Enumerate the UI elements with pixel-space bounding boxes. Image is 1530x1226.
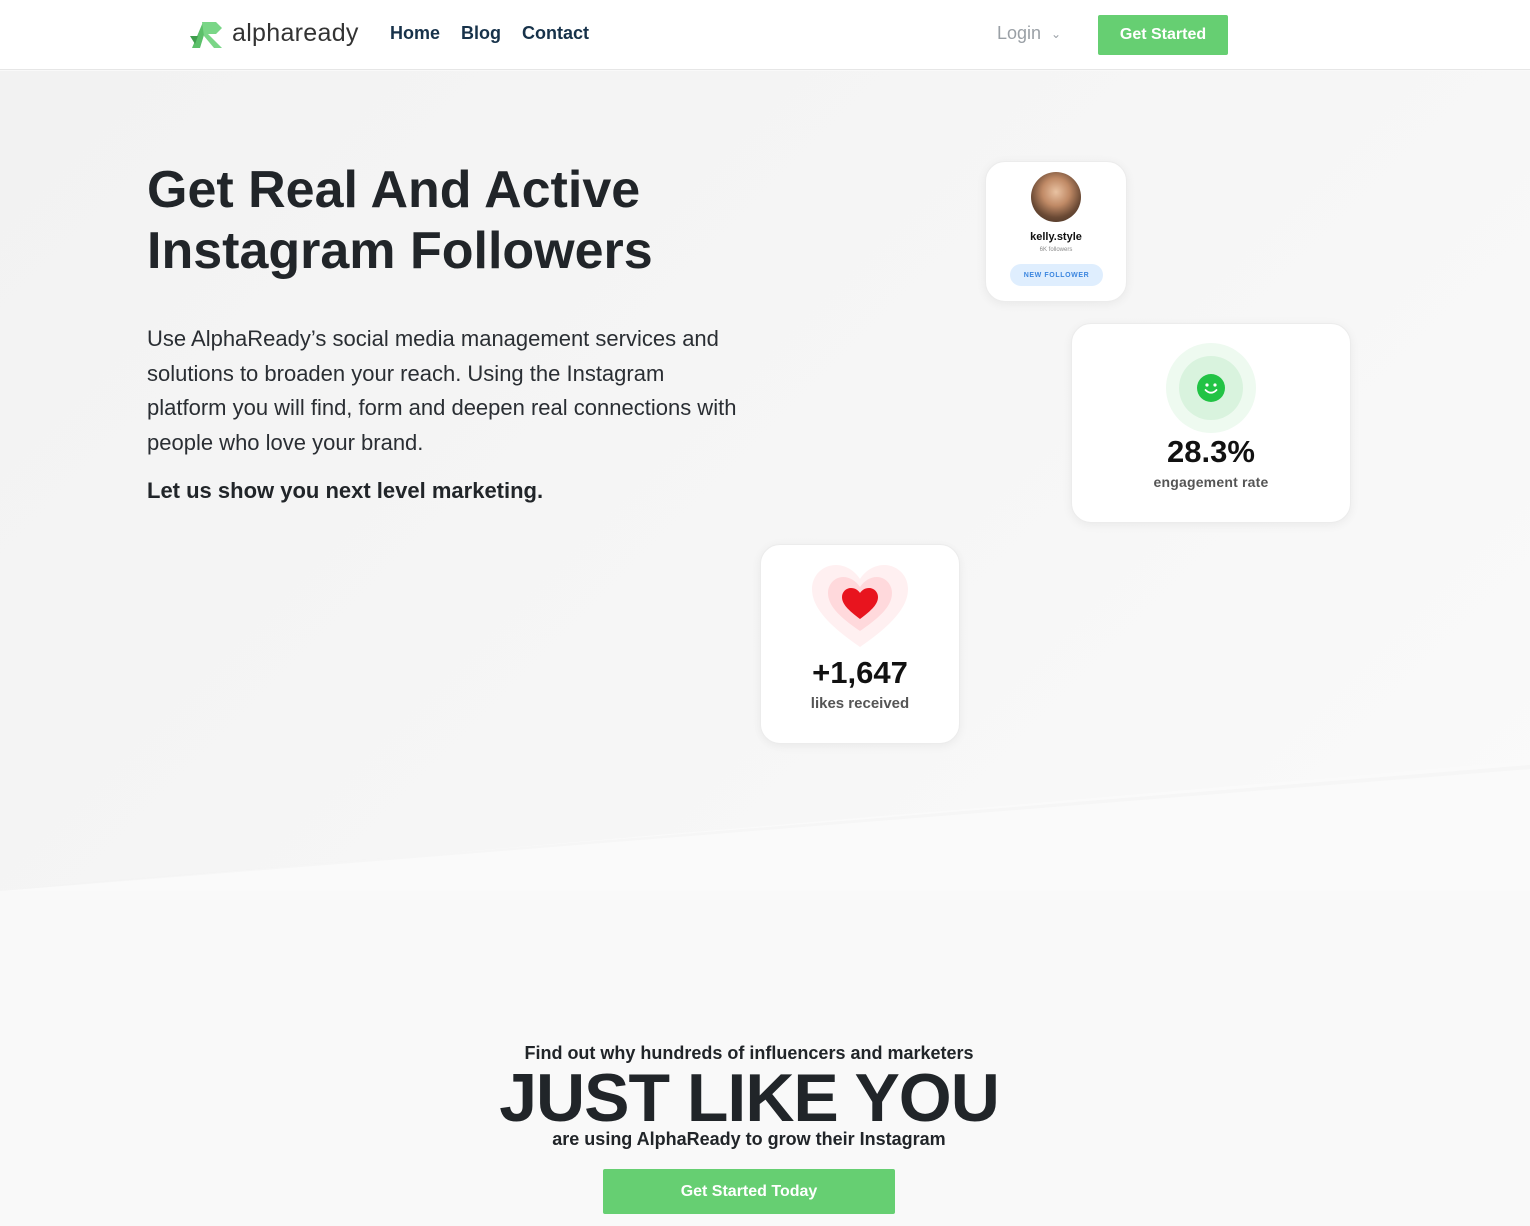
get-started-today-button[interactable]: Get Started Today: [603, 1169, 895, 1214]
engagement-label: engagement rate: [1153, 474, 1269, 490]
heart-icon: [812, 565, 908, 647]
get-started-button[interactable]: Get Started: [1098, 15, 1228, 55]
chevron-down-icon: ⌄: [1051, 26, 1062, 41]
profile-followers: 6K followers: [1039, 247, 1073, 253]
logo[interactable]: alphaready: [188, 16, 359, 50]
hero-title-line-1: Get Real And Active: [147, 161, 641, 219]
likes-label: likes received: [810, 695, 910, 712]
engagement-value: 28.3%: [1167, 434, 1255, 469]
alphaready-logo-icon: [190, 22, 222, 48]
social-proof-headline: JUST LIKE YOU: [499, 1060, 1000, 1136]
hero-description: Use AlphaReady’s social media management…: [147, 326, 737, 455]
avatar: [1031, 172, 1081, 222]
new-follower-badge: NEW FOLLOWER: [1010, 264, 1103, 286]
smile-icon: [1197, 374, 1225, 402]
login-dropdown[interactable]: Login ⌄: [997, 23, 1061, 44]
social-proof-outro: are using AlphaReady to grow their Insta…: [552, 1129, 946, 1149]
likes-card: +1,647 likes received: [760, 544, 960, 744]
login-label: Login: [997, 23, 1042, 43]
hero-title: Get Real And Active Instagram Followers: [147, 160, 767, 282]
profile-name: kelly.style: [1030, 231, 1082, 243]
nav-contact[interactable]: Contact: [522, 23, 589, 44]
logo-text: alphaready: [232, 18, 359, 47]
nav-home[interactable]: Home: [390, 23, 440, 44]
likes-value: +1,647: [812, 655, 908, 690]
main-nav: Home Blog Contact: [390, 23, 589, 44]
nav-blog[interactable]: Blog: [461, 23, 501, 44]
site-header: alphaready Home Blog Contact Login ⌄ Get…: [0, 0, 1530, 70]
hero-tagline: Let us show you next level marketing.: [147, 478, 544, 503]
new-follower-card: kelly.style 6K followers NEW FOLLOWER: [985, 161, 1127, 302]
hero-title-line-2: Instagram Followers: [147, 222, 653, 280]
engagement-card: 28.3% engagement rate: [1071, 323, 1351, 523]
